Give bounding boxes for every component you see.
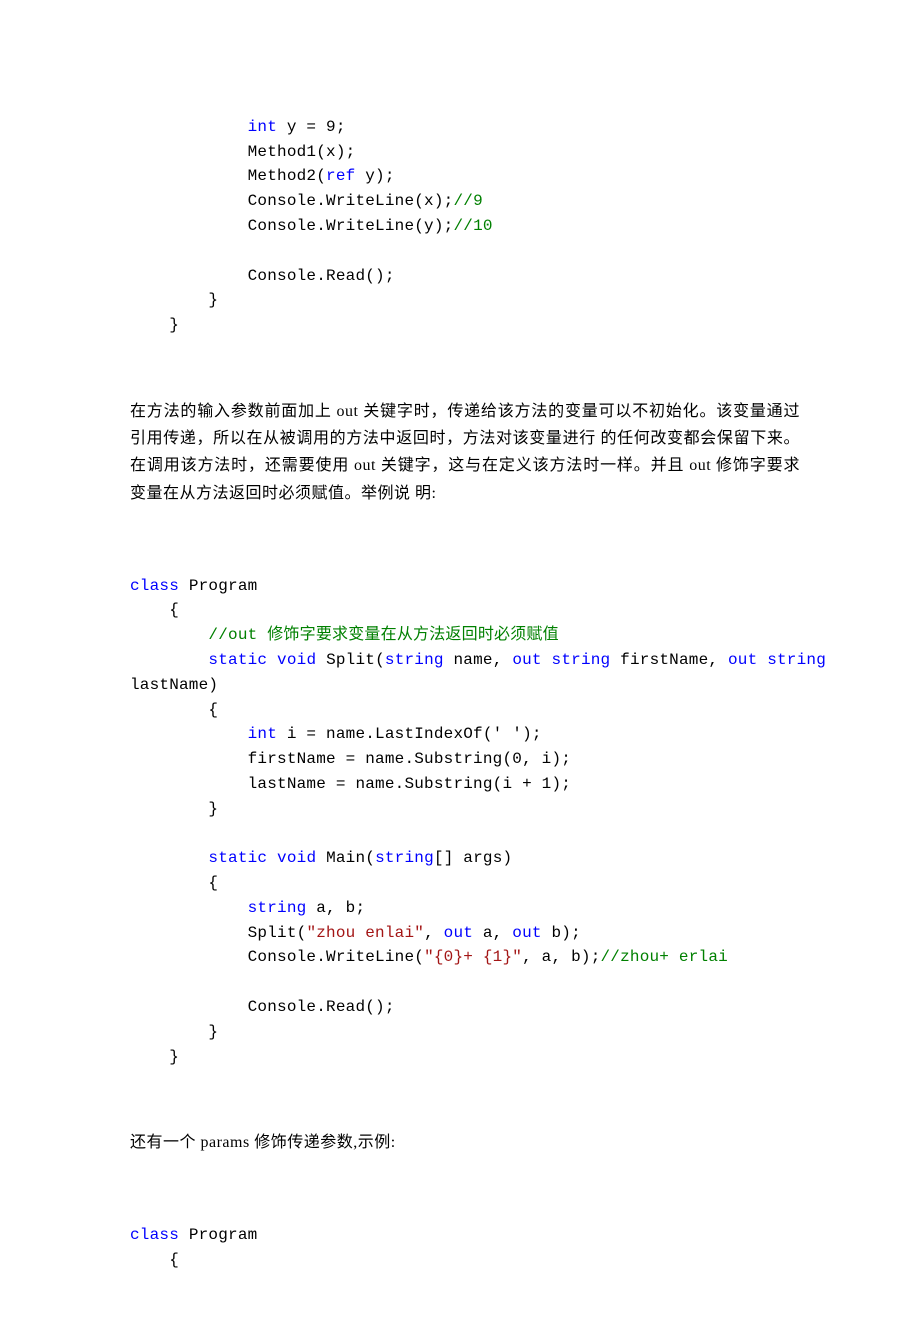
comment: //9 [453,192,482,210]
code-text: b); [542,924,581,942]
keyword-string: string [385,651,444,669]
keyword-string: string [552,651,611,669]
comment: //10 [453,217,492,235]
keyword-int: int [248,118,277,136]
code-text: firstName, [610,651,728,669]
code-text: Console.Read(); [248,267,395,285]
code-text: [] args) [434,849,512,867]
code-text: y = 9; [277,118,346,136]
code-text: a, b; [306,899,365,917]
keyword-string: string [375,849,434,867]
keyword-string: string [767,651,826,669]
keyword-out: out [728,651,757,669]
paragraph-2: 还有一个 params 修饰传递参数,示例: [130,1129,800,1156]
brace: } [169,1048,179,1066]
code-text: lastName) [130,676,218,694]
code-text: Method1(x); [248,143,356,161]
keyword-static: static [208,651,267,669]
code-text: Console.WriteLine(y); [248,217,454,235]
keyword-static: static [208,849,267,867]
code-text: Method2( [248,167,326,185]
code-block-1: int y = 9; Method1(x); Method2(ref y); C… [130,90,800,338]
paragraph-1: 在方法的输入参数前面加上 out 关键字时，传递给该方法的变量可以不初始化。该变… [130,398,800,507]
brace: } [208,800,218,818]
code-text: Console.Read(); [248,998,395,1016]
code-text: Program [179,1226,257,1244]
code-text: Console.WriteLine(x); [248,192,454,210]
keyword-class: class [130,1226,179,1244]
code-text: , a, b); [522,948,600,966]
code-text: y); [355,167,394,185]
code-text: Console.WriteLine( [248,948,424,966]
code-text: name, [444,651,513,669]
code-text: Split( [248,924,307,942]
keyword-out: out [512,651,541,669]
comment: //out 修饰字要求变量在从方法返回时必须赋值 [208,626,558,644]
code-text: firstName = name.Substring(0, i); [248,750,571,768]
code-text: lastName = name.Substring(i + 1); [248,775,571,793]
brace: } [208,1023,218,1041]
comment: //zhou+ erlai [601,948,728,966]
keyword-int: int [248,725,277,743]
brace: { [169,1251,179,1269]
code-text: Main( [316,849,375,867]
code-text: a, [473,924,512,942]
keyword-string: string [248,899,307,917]
keyword-out: out [512,924,541,942]
keyword-void: void [277,651,316,669]
code-block-2: class Program { //out 修饰字要求变量在从方法返回时必须赋值… [130,549,800,1070]
brace: { [169,601,179,619]
keyword-ref: ref [326,167,355,185]
code-text: , [424,924,444,942]
code-text: Split( [316,651,385,669]
code-block-3: class Program { [130,1199,800,1273]
keyword-class: class [130,577,179,595]
string-literal: "{0}+ {1}" [424,948,522,966]
string-literal: "zhou enlai" [306,924,424,942]
code-text: Program [179,577,257,595]
keyword-void: void [277,849,316,867]
code-text: i = name.LastIndexOf(' '); [277,725,542,743]
keyword-out: out [444,924,473,942]
